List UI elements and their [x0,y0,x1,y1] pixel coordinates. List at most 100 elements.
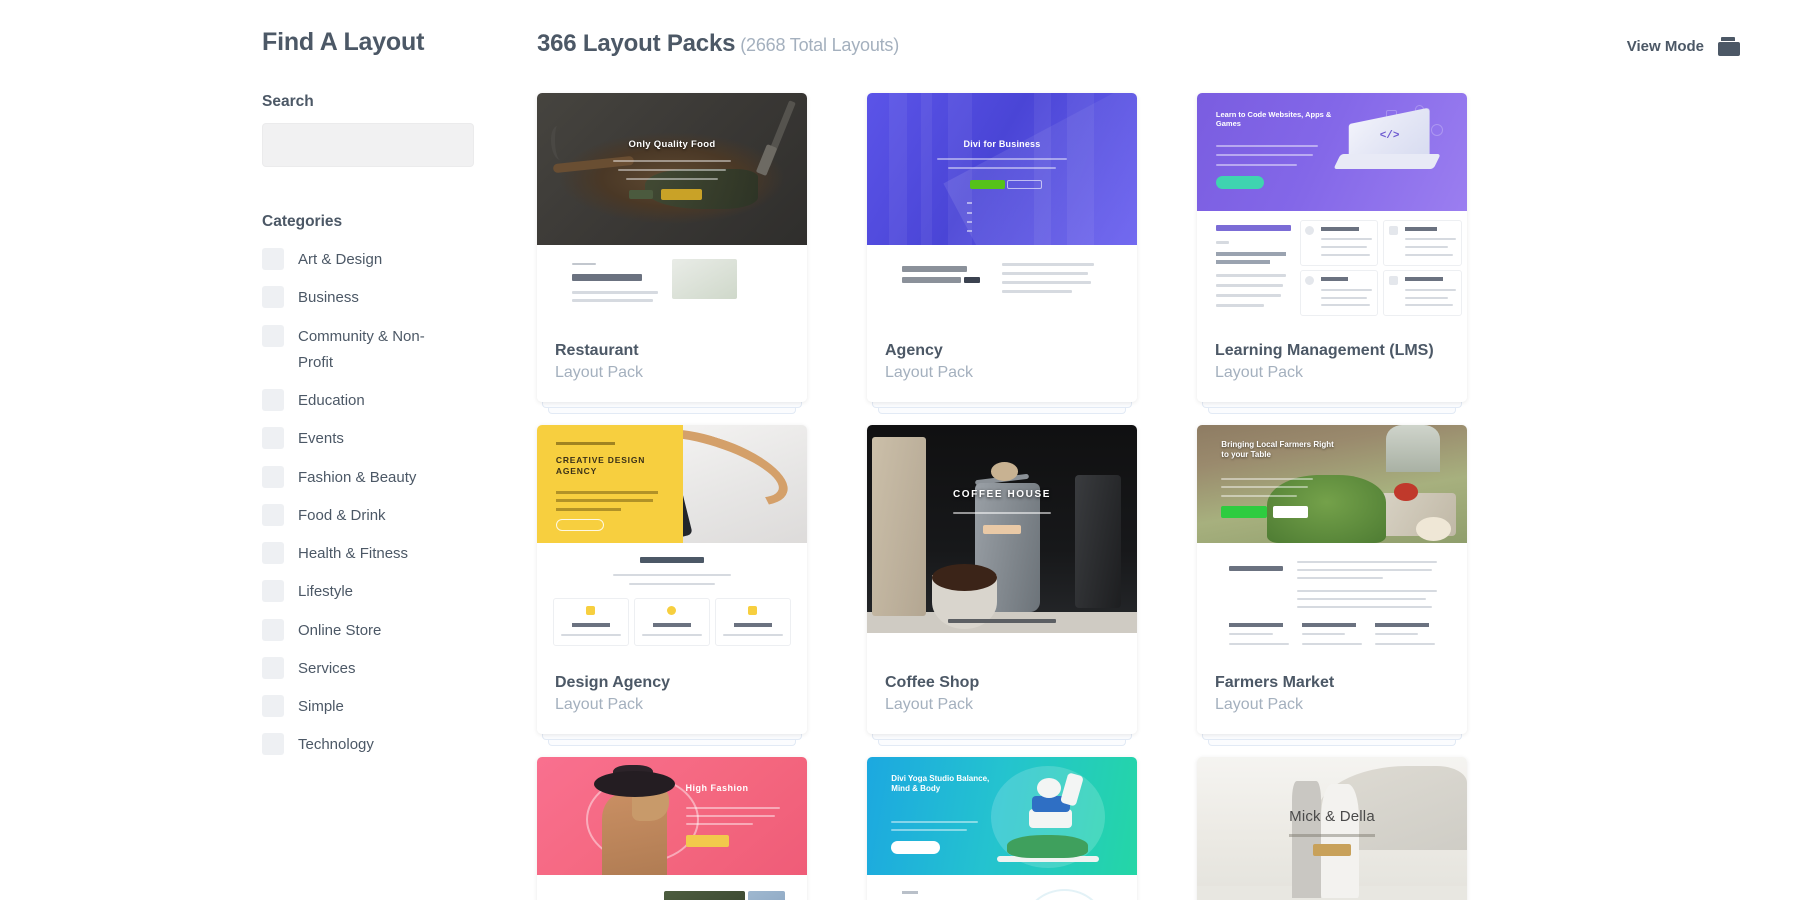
layout-pack-card[interactable]: Bringing Local Farmers Right to your Tab… [1197,425,1467,746]
card-body[interactable]: CREATIVE DESIGN AGENCY Design Agency Lay… [537,425,807,734]
card-body[interactable]: COFFEE HOUSE Coffee Shop Layout Pack [867,425,1137,734]
layout-pack-card[interactable]: High Fashion High Fash [537,757,807,900]
checkbox-icon[interactable] [262,580,284,603]
checkbox-icon[interactable] [262,248,284,270]
checkbox-icon[interactable] [262,542,284,564]
card-body[interactable]: Bringing Local Farmers Right to your Tab… [1197,425,1467,734]
layout-pack-card[interactable]: Only Quality Food Restaurant Layout Pack [537,93,807,414]
checkbox-icon[interactable] [262,695,284,717]
checkbox-icon[interactable] [262,733,284,756]
checkbox-icon[interactable] [262,286,284,309]
total-layouts-text: (2668 Total Layouts) [740,35,900,55]
card-body[interactable]: High Fashion High Fash [537,757,807,900]
category-item-simple[interactable]: Simple [262,694,477,720]
layout-pack-card[interactable]: Divi Yoga Studio Balance, Mind & Body [867,757,1137,900]
card-stack-layer [1208,408,1456,414]
card-stack-layer [542,734,802,740]
preview-section-heading [1229,565,1284,571]
card-meta: Agency Layout Pack [867,325,1137,402]
category-label: Fashion & Beauty [298,468,417,486]
card-title: Restaurant [555,342,639,359]
card-body[interactable]: Mick & Della Wedding Layout Pack [1197,757,1467,900]
card-meta: Coffee Shop Layout Pack [867,657,1137,734]
card-meta: Design Agency Layout Pack [537,657,807,734]
preview-headline: COFFEE HOUSE [952,489,1052,501]
card-thumbnail: High Fashion [537,757,807,900]
card-body[interactable]: </> Learn to Code Websites, Apps & Games [1197,93,1467,402]
category-item-community-non-profit[interactable]: Community & Non-Profit [262,324,477,377]
view-mode-label: View Mode [1626,38,1704,55]
category-item-services[interactable]: Services [262,656,477,682]
preview-headline: CREATIVE DESIGN AGENCY [555,454,646,476]
layout-pack-card[interactable]: Mick & Della Wedding Layout Pack [1197,757,1467,900]
layout-pack-card[interactable]: Divi for Business Agency Layout Pack [867,93,1137,414]
card-thumbnail: </> Learn to Code Websites, Apps & Games [1197,93,1467,325]
card-subtitle: Layout Pack [1215,364,1304,381]
category-label: Art & Design [298,251,383,268]
card-title: Farmers Market [1215,674,1335,691]
preview-section-heading [639,556,705,563]
card-subtitle: Layout Pack [1215,696,1304,713]
layout-pack-card[interactable]: CREATIVE DESIGN AGENCY Design Agency Lay… [537,425,807,746]
card-title: Agency [885,342,943,359]
category-item-technology[interactable]: Technology [262,732,477,758]
category-item-food-drink[interactable]: Food & Drink [262,503,477,529]
card-thumbnail: Divi Yoga Studio Balance, Mind & Body [867,757,1137,900]
category-item-fashion-beauty[interactable]: Fashion & Beauty [262,465,477,491]
layout-pack-card[interactable]: COFFEE HOUSE Coffee Shop Layout Pack [867,425,1137,746]
category-label: Events [298,430,344,448]
category-label: Education [298,392,365,409]
card-stack-layer [878,740,1126,746]
card-subtitle: Layout Pack [555,364,644,381]
card-subtitle: Layout Pack [885,364,974,381]
layout-pack-card[interactable]: </> Learn to Code Websites, Apps & Games [1197,93,1467,414]
category-label: Services [298,659,356,677]
preview-headline: Learn to Code Websites, Apps & Games [1215,109,1332,128]
category-item-lifestyle[interactable]: Lifestyle [262,579,477,605]
category-item-business[interactable]: Business [262,285,477,311]
card-stack-layer [878,408,1126,414]
category-item-events[interactable]: Events [262,426,477,452]
category-label: Lifestyle [298,583,354,601]
checkbox-icon[interactable] [262,427,284,450]
preview-section-heading [1288,833,1376,837]
view-mode-toggle[interactable]: View Mode [1627,37,1740,56]
card-stack-layer [542,402,802,408]
preview-section-heading [948,618,1056,623]
checkbox-icon[interactable] [262,465,284,488]
category-item-health-fitness[interactable]: Health & Fitness [262,541,477,567]
card-body[interactable]: Divi Yoga Studio Balance, Mind & Body [867,757,1137,900]
card-title: Learning Management (LMS) [1215,342,1434,359]
search-input[interactable] [262,123,474,167]
card-thumbnail: Divi for Business [867,93,1137,325]
card-meta: Restaurant Layout Pack [537,325,807,402]
category-label: Simple [298,698,344,715]
card-thumbnail: CREATIVE DESIGN AGENCY [537,425,807,657]
checkbox-icon[interactable] [262,324,284,347]
card-meta: Learning Management (LMS) Layout Pack [1197,325,1467,402]
category-label: Food & Drink [298,506,386,524]
preview-headline: Bringing Local Farmers Right to your Tab… [1221,440,1334,460]
page-title: Find A Layout [262,28,425,56]
card-stack-layer [1202,734,1462,740]
category-item-education[interactable]: Education [262,388,477,414]
checkbox-icon[interactable] [262,389,284,411]
category-label: Health & Fitness [298,545,409,562]
checkbox-icon[interactable] [262,503,284,526]
card-subtitle: Layout Pack [555,696,644,713]
category-label: Community & Non-Profit [298,327,425,371]
card-stack-layer [1202,402,1462,408]
card-body[interactable]: Divi for Business Agency Layout Pack [867,93,1137,402]
card-title: Design Agency [555,674,670,691]
card-thumbnail: Mick & Della [1197,757,1467,900]
checkbox-icon[interactable] [262,656,284,679]
card-body[interactable]: Only Quality Food Restaurant Layout Pack [537,93,807,402]
checkbox-icon[interactable] [262,618,284,641]
category-item-art-design[interactable]: Art & Design [262,247,477,273]
card-thumbnail: Bringing Local Farmers Right to your Tab… [1197,425,1467,657]
card-stack-icon[interactable] [1718,37,1740,56]
category-list: Art & Design Business Community & Non-Pr… [262,247,477,759]
category-item-online-store[interactable]: Online Store [262,618,477,644]
preview-headline: High Fashion [685,782,749,793]
category-label: Online Store [298,621,382,639]
